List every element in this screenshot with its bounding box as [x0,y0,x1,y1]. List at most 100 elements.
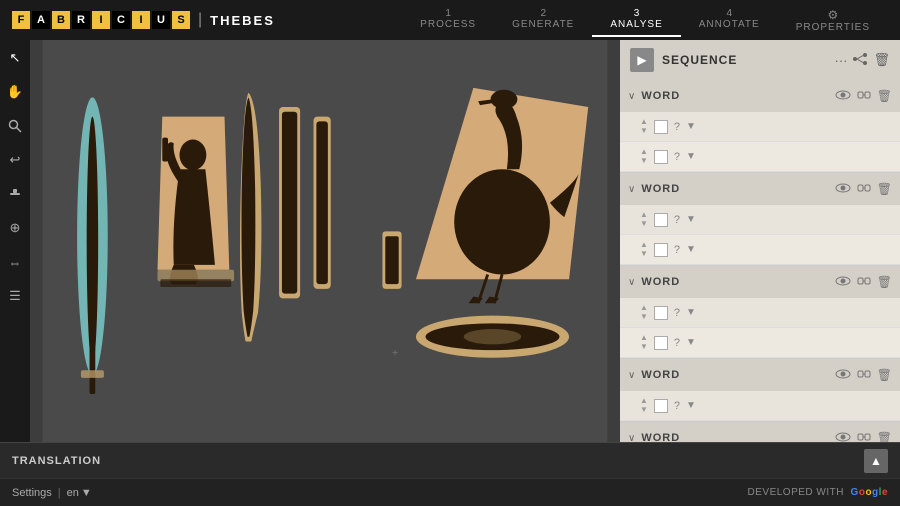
bottom-bar: TRANSLATION ▲ [0,442,900,478]
layers-tool[interactable]: ☰ [5,286,25,306]
nav-step-process[interactable]: 1 PROCESS [402,4,494,37]
glyph-down-1-2[interactable]: ▼ [640,157,648,165]
glyph-down-3-2[interactable]: ▼ [640,343,648,351]
cursor-tool[interactable]: ↖ [5,48,25,68]
glyph-up-1-2[interactable]: ▲ [640,148,648,156]
logo-i1: I [92,11,110,29]
word-eye-icon-2[interactable] [835,182,851,196]
glyph-down-4-1[interactable]: ▼ [640,406,648,414]
glyph-checkbox-1-2[interactable] [654,150,668,164]
word-eye-icon-3[interactable] [835,275,851,289]
glyph-dropdown-2-2[interactable]: ▼ [686,244,696,255]
developed-with-text: DEVELOPED WITH [748,487,844,498]
glyph-question-3-1[interactable]: ? [674,307,680,319]
glyph-question-1-2[interactable]: ? [674,151,680,163]
word-delete-icon-5[interactable]: 🗑 [877,431,892,442]
hieroglyph-svg: + [30,40,620,442]
glyph-checkbox-4-1[interactable] [654,399,668,413]
word-eye-icon-4[interactable] [835,368,851,382]
search-tool[interactable] [5,116,25,136]
glyph-question-1-1[interactable]: ? [674,121,680,133]
word-chevron-1[interactable]: ∨ [628,91,635,102]
word-delete-icon-3[interactable]: 🗑 [877,275,892,289]
nav-step-analyse[interactable]: 3 ANALYSE [592,4,680,37]
word-delete-icon-4[interactable]: 🗑 [877,368,892,382]
glyph-dropdown-3-1[interactable]: ▼ [686,307,696,318]
glyph-dropdown-1-2[interactable]: ▼ [686,151,696,162]
word-link-icon-2[interactable] [857,181,871,198]
google-brand-g: G [851,487,859,498]
glyph-row-3-1: ▲ ▼ ? ▼ [620,298,900,328]
logo-c: C [112,11,130,29]
word-delete-icon-2[interactable]: 🗑 [877,182,892,196]
brush-tool[interactable] [5,184,25,204]
stamp-tool[interactable]: ⊕ [5,218,25,238]
transform-tool[interactable]: ⇔ [5,252,25,272]
word-link-icon-5[interactable] [857,430,871,443]
panel-expand-button[interactable]: ▶ [630,48,654,72]
word-chevron-5[interactable]: ∨ [628,433,635,443]
glyph-down-2-1[interactable]: ▼ [640,220,648,228]
step-label-properties: PROPERTIES [796,22,870,33]
delete-icon[interactable]: 🗑 [873,52,890,68]
glyph-up-3-1[interactable]: ▲ [640,304,648,312]
word-link-icon-1[interactable] [857,88,871,105]
glyph-dropdown-3-2[interactable]: ▼ [686,337,696,348]
glyph-question-3-2[interactable]: ? [674,337,680,349]
glyph-checkbox-1-1[interactable] [654,120,668,134]
hand-tool[interactable]: ✋ [5,82,25,102]
word-group-4: ∨ WORD 🗑 ▲ ▼ [620,359,900,422]
glyph-dropdown-2-1[interactable]: ▼ [686,214,696,225]
word-chevron-4[interactable]: ∨ [628,370,635,381]
logo-r: R [72,11,90,29]
logo-a: A [32,11,50,29]
glyph-up-2-1[interactable]: ▲ [640,211,648,219]
undo-tool[interactable]: ↩ [5,150,25,170]
cursor-pos-indicator: + [392,347,398,359]
word-label-2: WORD [641,183,828,195]
scroll-up-button[interactable]: ▲ [864,449,888,473]
word-link-icon-4[interactable] [857,367,871,384]
glyph-row-2-1: ▲ ▼ ? ▼ [620,205,900,235]
word-eye-icon-1[interactable] [835,89,851,103]
glyph-down-2-2[interactable]: ▼ [640,250,648,258]
glyph-question-2-1[interactable]: ? [674,214,680,226]
word-delete-icon-1[interactable]: 🗑 [877,89,892,103]
right-panel: ▶ SEQUENCE ··· 🗑 [620,40,900,442]
glyph-chevrons-1-1: ▲ ▼ [640,118,648,135]
word-link-icon-3[interactable] [857,274,871,291]
glyph-chevrons-2-2: ▲ ▼ [640,241,648,258]
glyph-up-4-1[interactable]: ▲ [640,397,648,405]
glyph-down-3-1[interactable]: ▼ [640,313,648,321]
nav-step-properties[interactable]: ⚙ PROPERTIES [778,4,888,37]
glyph-chevrons-3-2: ▲ ▼ [640,334,648,351]
google-credit: DEVELOPED WITH Google [748,487,888,498]
word-chevron-2[interactable]: ∨ [628,184,635,195]
gear-icon: ⚙ [827,8,838,22]
word-header-5: ∨ WORD 🗑 [620,422,900,442]
glyph-dropdown-4-1[interactable]: ▼ [686,400,696,411]
main-area: ↖ ✋ ↩ ⊕ ⇔ ☰ [0,40,900,442]
language-chevron-icon[interactable]: ▼ [81,487,92,499]
nav-step-annotate[interactable]: 4 ANNOTATE [681,4,778,37]
word-group-3: ∨ WORD 🗑 ▲ ▼ [620,266,900,359]
share-icon[interactable] [853,53,867,68]
glyph-checkbox-3-2[interactable] [654,336,668,350]
glyph-checkbox-3-1[interactable] [654,306,668,320]
glyph-question-2-2[interactable]: ? [674,244,680,256]
glyph-up-2-2[interactable]: ▲ [640,241,648,249]
glyph-dropdown-1-1[interactable]: ▼ [686,121,696,132]
word-chevron-3[interactable]: ∨ [628,277,635,288]
nav-step-generate[interactable]: 2 GENERATE [494,4,592,37]
settings-link[interactable]: Settings [12,487,52,499]
language-selector[interactable]: en [67,487,79,499]
word-eye-icon-5[interactable] [835,431,851,442]
glyph-down-1-1[interactable]: ▼ [640,127,648,135]
glyph-question-4-1[interactable]: ? [674,400,680,412]
more-options-icon[interactable]: ··· [834,53,847,68]
glyph-up-3-2[interactable]: ▲ [640,334,648,342]
glyph-checkbox-2-2[interactable] [654,243,668,257]
glyph-up-1-1[interactable]: ▲ [640,118,648,126]
glyph-checkbox-2-1[interactable] [654,213,668,227]
logo-separator: | [198,11,202,29]
